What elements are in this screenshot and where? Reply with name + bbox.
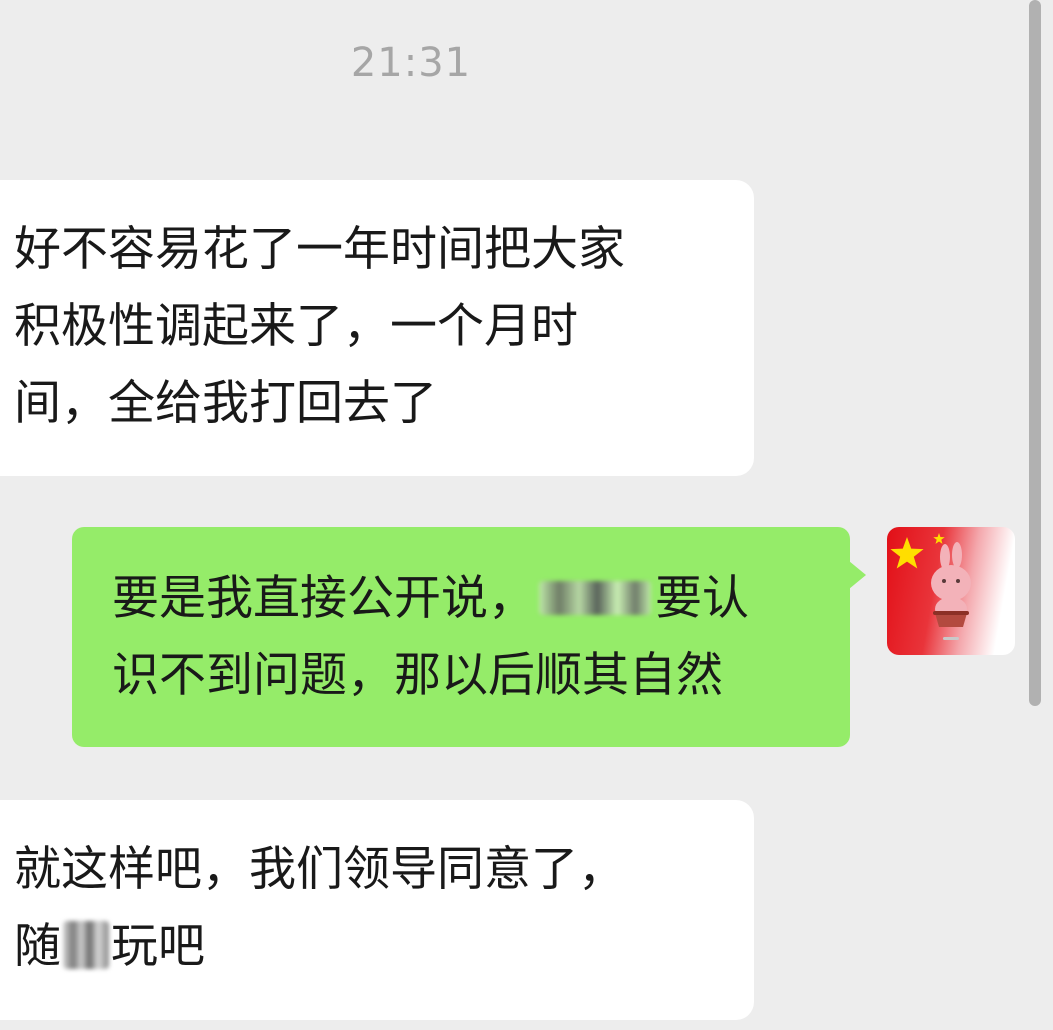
china-flag-rabbit-sticker-avatar-icon — [890, 533, 971, 640]
flag-small-star-icon — [933, 533, 945, 544]
message-text-segment: 要认 — [655, 571, 749, 626]
redacted-text-mosaic — [539, 580, 651, 615]
message-text-segment: 随 — [14, 919, 61, 974]
message-text-line: 好不容易花了一年时间把大家 — [14, 222, 625, 277]
sticker-caption-mark — [943, 637, 959, 640]
rabbit-eye — [956, 579, 960, 583]
message-text-line: 就这样吧，我们领导同意了， — [14, 842, 625, 897]
self-avatar[interactable] — [887, 527, 1015, 655]
message-text-line: 间，全给我打回去了 — [14, 376, 437, 431]
scrollbar[interactable] — [1029, 0, 1041, 706]
message-text-line: 要是我直接公开说， 要认 — [112, 560, 850, 637]
message-text-line: 积极性调起来了，一个月时 — [14, 299, 578, 354]
rabbit-bowl-rim — [933, 611, 969, 615]
incoming-message-bubble[interactable]: 好不容易花了一年时间把大家 积极性调起来了，一个月时 间，全给我打回去了 — [0, 180, 754, 476]
rabbit-ear-icon — [952, 542, 962, 568]
incoming-message-bubble[interactable]: 就这样吧，我们领导同意了， 随玩吧 — [0, 800, 754, 1020]
redacted-text-mosaic — [63, 920, 109, 969]
bubble-tail — [849, 561, 866, 589]
rabbit-bowl-icon — [935, 613, 967, 627]
rabbit-head-icon — [931, 565, 971, 601]
message-text-line: 随玩吧 — [14, 908, 754, 985]
rabbit-eye — [942, 579, 946, 583]
outgoing-message-bubble[interactable]: 要是我直接公开说， 要认 识不到问题，那以后顺其自然 — [72, 527, 866, 747]
message-text-segment: 要是我直接公开说， — [112, 571, 535, 626]
message-text-line: 识不到问题，那以后顺其自然 — [112, 648, 723, 703]
flag-star-icon — [890, 537, 924, 569]
message-text-segment: 玩吧 — [111, 919, 205, 974]
message-timestamp: 21:31 — [350, 40, 472, 86]
